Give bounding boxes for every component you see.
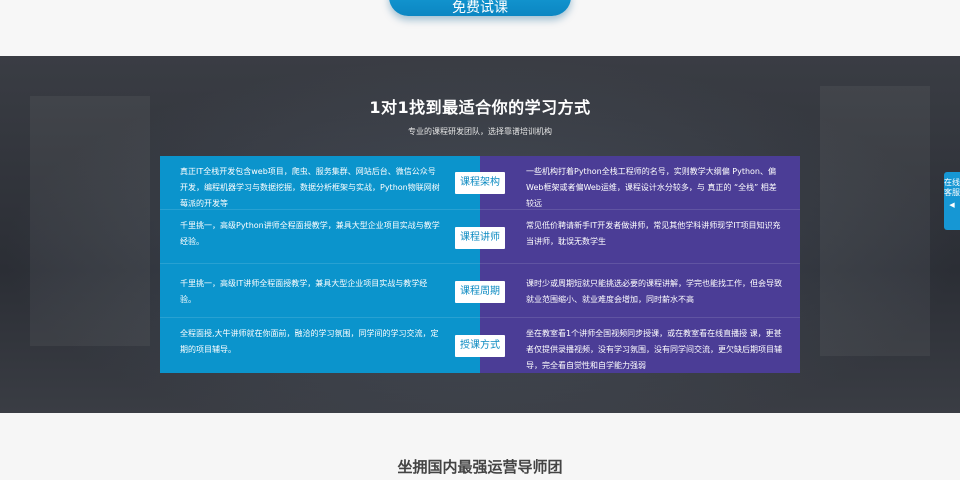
our-description: 千里挑一，高级Python讲师全程面授教学，兼具大型企业项目实战与教学经验。 xyxy=(180,221,440,246)
comparison-table: 真正IT全栈开发包含web项目，爬虫、服务集群、网站后台、微信公众号开发，编程机… xyxy=(160,156,800,373)
online-service-tab[interactable]: 在线客服 ◀ xyxy=(944,172,960,230)
tag-course-structure[interactable]: 课程架构 xyxy=(455,172,505,194)
comparison-row: 千里挑一，高级IT讲师全程面授教学，兼具大型企业项目实战与教学经验。 课程周期 … xyxy=(160,264,800,318)
hero-title: 1对1找到最适合你的学习方式 xyxy=(369,98,591,117)
others-description: 坐在教室看1个讲师全国视频同步授课，或在教室看在线直播授 课，更甚者仅提供录播视… xyxy=(526,329,782,370)
comparison-row: 真正IT全栈开发包含web项目，爬虫、服务集群、网站后台、微信公众号开发，编程机… xyxy=(160,156,800,210)
others-description: 课时少或周期短就只能挑选必要的课程讲解，学完也能找工作，但会导致就业范围缩小、就… xyxy=(526,279,782,304)
tag-course-instructor[interactable]: 课程讲师 xyxy=(455,227,505,249)
our-description: 全程面授,大牛讲师就在你面前，融洽的学习氛围，同学间的学习交流，定期的项目辅导。 xyxy=(180,329,439,354)
section-title-mentors: 坐拥国内最强运营导师团 xyxy=(397,458,563,476)
caret-left-icon: ◀ xyxy=(949,201,955,209)
hero-section: 1对1找到最适合你的学习方式 专业的课程研发团队，选择靠谱培训机构 真正IT全栈… xyxy=(0,56,960,413)
comparison-row: 千里挑一，高级Python讲师全程面授教学，兼具大型企业项目实战与教学经验。 课… xyxy=(160,210,800,264)
others-description: 一些机构打着Python全栈工程师的名号，实则教学大纲偏 Python、偏Web… xyxy=(526,167,777,208)
tag-teaching-method[interactable]: 授课方式 xyxy=(455,335,505,357)
others-description: 常见低价聘请新手IT开发者做讲师，常见其他学科讲师现学IT项目知识充当讲师，耽误… xyxy=(526,221,781,246)
our-description: 千里挑一，高级IT讲师全程面授教学，兼具大型企业项目实战与教学经验。 xyxy=(180,279,428,304)
comparison-row: 全程面授,大牛讲师就在你面前，融洽的学习氛围，同学间的学习交流，定期的项目辅导。… xyxy=(160,318,800,373)
hero-subtitle: 专业的课程研发团队，选择靠谱培训机构 xyxy=(408,127,552,136)
our-description: 真正IT全栈开发包含web项目，爬虫、服务集群、网站后台、微信公众号开发，编程机… xyxy=(180,167,440,208)
tag-course-duration[interactable]: 课程周期 xyxy=(455,281,505,303)
online-service-label: 在线客服 xyxy=(944,178,960,197)
free-trial-button[interactable]: 免费试课 xyxy=(389,0,571,16)
